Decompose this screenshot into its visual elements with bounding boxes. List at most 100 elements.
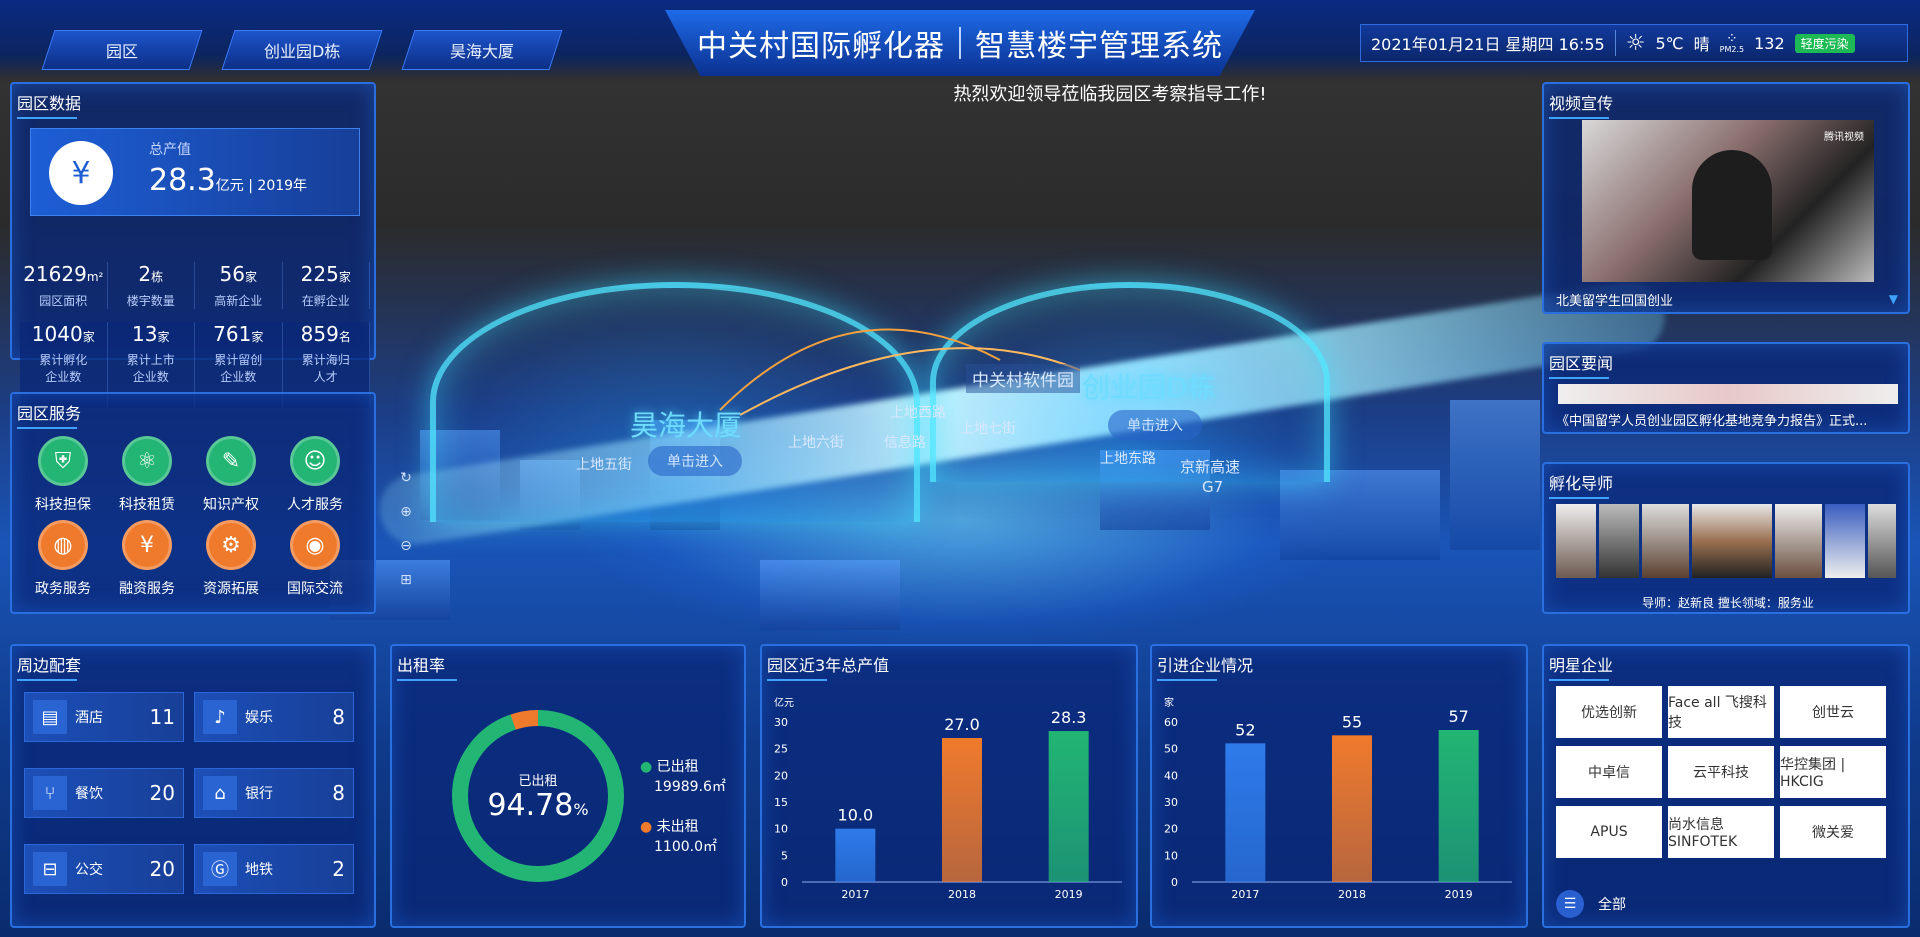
company-logo[interactable]: 华控集团 | HKCIG — [1780, 746, 1886, 798]
service-5[interactable]: ◍ 政务服务 — [22, 520, 104, 598]
title-right: 智慧楼宇管理系统 — [975, 29, 1223, 64]
zoom-out-icon[interactable]: ⊖ — [394, 534, 418, 558]
panel-title: 出租率 — [397, 652, 458, 681]
gdp-value: 28.3 — [149, 163, 216, 198]
nearby-label: 地铁 — [245, 862, 273, 878]
bar-value-label: 28.3 — [1051, 708, 1087, 727]
news-headline[interactable]: 《中国留学人员创业园区孵化基地竞争力报告》正式... — [1556, 410, 1902, 429]
rented-value: 19989.6㎡ — [654, 779, 726, 795]
stat-label: 楼宇数量 — [126, 294, 175, 308]
companies-chart-panel: 引进企业情况 家 0 10 20 30 40 50 60 52 2017 55 2018 57 2019 — [1150, 644, 1528, 928]
title-left: 中关村国际孵化器 — [697, 29, 945, 64]
nearby-panel: 周边配套 ▤ 酒店 11 ♪ 娱乐 8 ⑂ 餐饮 20 ⌂ 银行 8 ⊟ 公交 20 Ⓖ 地铁 2 — [10, 644, 376, 928]
enter-haohai-button[interactable]: 单击进入 — [648, 446, 742, 476]
star-companies-panel: 明星企业 优选创新 Face all 飞搜科技 创世云 中卓信 云平科技 华控集团 | H… — [1542, 644, 1910, 928]
companies-bar-chart: 家 0 10 20 30 40 50 60 52 2017 55 2018 57 2019 — [1164, 696, 1512, 901]
occupancy-rate: 94.78 — [487, 788, 574, 823]
tab-park[interactable]: 园区 — [41, 30, 203, 70]
company-logo[interactable]: 中卓信 — [1556, 746, 1662, 798]
y-tick-label: 25 — [774, 743, 788, 756]
pm-value: 132 — [1754, 33, 1785, 53]
service-3[interactable]: ✎ 知识产权 — [190, 436, 272, 514]
zoom-in-icon[interactable]: ⊕ — [394, 500, 418, 524]
all-companies-button[interactable]: ☰ 全部 — [1556, 890, 1626, 918]
page-title: 中关村国际孵化器 智慧楼宇管理系统 — [665, 10, 1255, 76]
stat-label: 在孵企业 — [301, 294, 350, 308]
company-logo[interactable]: 尚水信息 SINFOTEK — [1668, 806, 1774, 858]
x-tick-label: 2018 — [1338, 888, 1366, 901]
stat-unit: 家 — [157, 330, 170, 344]
title-divider — [959, 27, 961, 59]
mentor-photos[interactable] — [1556, 504, 1896, 578]
stat-unit: m² — [86, 270, 104, 284]
talent-icon: ☺ — [290, 436, 340, 486]
stat-item: 225家 在孵企业 — [283, 262, 370, 309]
service-2[interactable]: ⚛ 科技租赁 — [106, 436, 188, 514]
chevron-down-icon[interactable]: ▼ — [1889, 292, 1898, 306]
pollution-badge: 轻度污染 — [1794, 33, 1855, 53]
video-player[interactable]: 腾讯视频 — [1582, 120, 1874, 282]
road-label: 上地五街 — [576, 457, 632, 473]
pm-label: PM2.5 — [1719, 45, 1745, 54]
company-logo[interactable]: 微关爱 — [1780, 806, 1886, 858]
nearby-count: 20 — [149, 781, 175, 805]
stat-label: 高新企业 — [214, 294, 263, 308]
service-7[interactable]: ⚙ 资源拓展 — [190, 520, 272, 598]
occupancy-panel: 出租率 已出租 94.78% ● 已出租 19989.6㎡ ● 未出租 1100.0… — [390, 644, 746, 928]
bar-2018 — [942, 738, 982, 882]
news-panel: 园区要闻 《中国留学人员创业园区孵化基地竞争力报告》正式... — [1542, 342, 1910, 434]
guarantee-icon: ⛨ — [38, 436, 88, 486]
service-1[interactable]: ⛨ 科技担保 — [22, 436, 104, 514]
panel-title: 视频宣传 — [1549, 90, 1613, 119]
company-logo[interactable]: 创世云 — [1780, 686, 1886, 738]
panel-title: 园区近3年总产值 — [767, 652, 889, 681]
bar-value-label: 10.0 — [838, 806, 874, 825]
company-logo[interactable]: 优选创新 — [1556, 686, 1662, 738]
y-tick-label: 20 — [774, 769, 788, 782]
x-tick-label: 2017 — [1231, 888, 1259, 901]
legend-dot-orange: ● — [640, 819, 653, 835]
bar-2019 — [1048, 731, 1089, 882]
rotate-icon[interactable]: ↻ — [394, 466, 418, 490]
tab-chuangye-d[interactable]: 创业园D栋 — [221, 30, 383, 70]
company-logo[interactable]: APUS — [1556, 806, 1662, 858]
map-mode-icon[interactable]: ⊞ — [394, 568, 418, 592]
nearby-item[interactable]: Ⓖ 地铁 2 — [194, 844, 354, 894]
service-8[interactable]: ◉ 国际交流 — [274, 520, 356, 598]
all-label: 全部 — [1598, 897, 1626, 913]
stat-value: 761 — [213, 322, 252, 346]
road-label: 京新高速 — [1180, 458, 1241, 476]
y-tick-label: 0 — [781, 876, 788, 889]
nearby-item[interactable]: ▤ 酒店 11 — [24, 692, 184, 742]
gdp-card: ¥ 总产值 28.3亿元 | 2019年 — [30, 128, 360, 216]
company-logo[interactable]: Face all 飞搜科技 — [1668, 686, 1774, 738]
road-label: 上地东路 — [1100, 451, 1156, 467]
yuan-icon: ¥ — [49, 141, 113, 205]
gdp-unit: 亿元 | 2019年 — [215, 178, 308, 194]
stat-unit: 名 — [338, 330, 351, 344]
nearby-item[interactable]: ⌂ 银行 8 — [194, 768, 354, 818]
y-tick-label: 5 — [781, 849, 788, 862]
nearby-count: 8 — [332, 781, 345, 805]
x-tick-label: 2018 — [948, 888, 976, 901]
service-6[interactable]: ¥ 融资服务 — [106, 520, 188, 598]
mentor-caption: 导师：赵新良 擅长领域：服务业 — [1642, 596, 1814, 610]
nearby-item[interactable]: ⑂ 餐饮 20 — [24, 768, 184, 818]
bus-icon: ⊟ — [33, 852, 67, 886]
service-label: 国际交流 — [287, 581, 343, 597]
service-label: 人才服务 — [287, 497, 343, 513]
lease-icon: ⚛ — [122, 436, 172, 486]
nearby-item[interactable]: ♪ 娱乐 8 — [194, 692, 354, 742]
output-chart-panel: 园区近3年总产值 亿元 0 5 10 15 20 25 30 10.0 2017 27.0 2018 2… — [760, 644, 1138, 928]
gov-icon: ◍ — [38, 520, 88, 570]
y-tick-label: 15 — [774, 796, 788, 809]
nearby-label: 娱乐 — [245, 710, 273, 726]
donut-center-label: 已出租 — [518, 774, 558, 789]
enter-chuangye-button[interactable]: 单击进入 — [1108, 410, 1202, 440]
service-4[interactable]: ☺ 人才服务 — [274, 436, 356, 514]
nearby-item[interactable]: ⊟ 公交 20 — [24, 844, 184, 894]
y-tick-label: 30 — [1164, 796, 1178, 809]
tab-haohai[interactable]: 昊海大厦 — [401, 30, 563, 70]
bar-value-label: 27.0 — [944, 715, 980, 734]
company-logo[interactable]: 云平科技 — [1668, 746, 1774, 798]
